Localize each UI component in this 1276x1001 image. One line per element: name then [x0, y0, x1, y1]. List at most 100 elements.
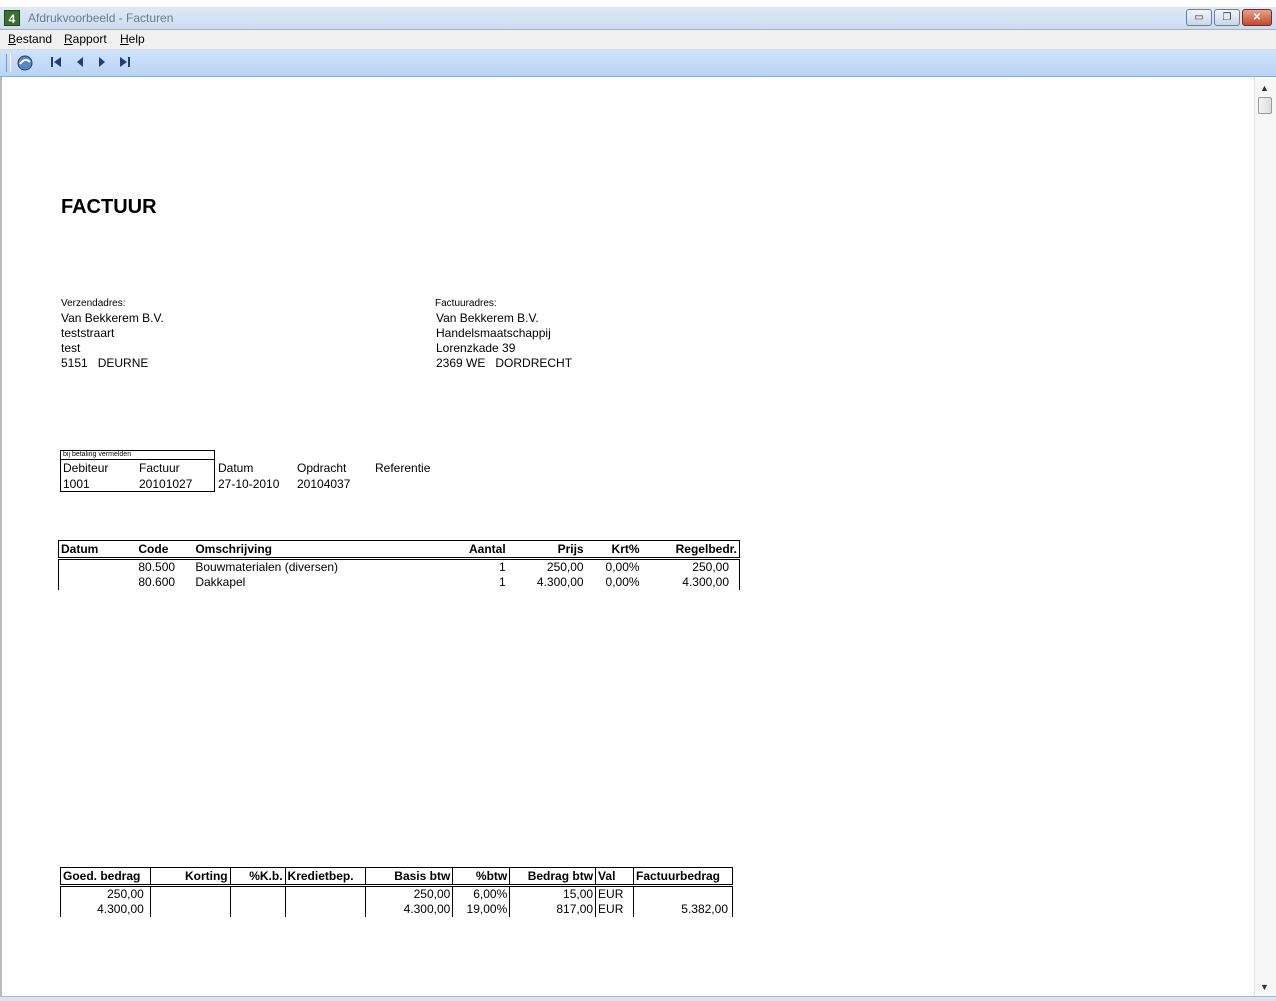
last-page-icon[interactable]: [116, 54, 134, 72]
col-kb: %K.b.: [229, 867, 286, 887]
billing-line: Handelsmaatschappij: [436, 326, 551, 340]
cell-val: EUR: [595, 885, 634, 902]
scroll-thumb[interactable]: [1258, 97, 1272, 114]
scroll-up-icon[interactable]: ▲: [1260, 83, 1269, 93]
col-code: Code: [136, 540, 194, 560]
cell-code: 80.600: [138, 575, 176, 589]
menu-bar: Bestand Rapport Help: [0, 30, 1276, 50]
cell-datum: [58, 575, 137, 590]
app-icon: 4: [4, 10, 20, 26]
cell-basis: 250,00: [364, 885, 454, 902]
col-krt: Krt%: [585, 540, 642, 560]
shipping-address: Van Bekkerem B.V. teststraart test 5151 …: [61, 311, 164, 371]
col-basis-btw: Basis btw: [364, 867, 454, 887]
billing-label: Factuuradres:: [435, 298, 497, 309]
cell-code: 80.500: [138, 560, 176, 574]
export-icon[interactable]: [16, 54, 34, 72]
cell-aantal: 1: [499, 575, 506, 589]
menu-bestand-accel: B: [8, 32, 17, 46]
cell-krediet: [284, 902, 366, 917]
print-preview-area: [0, 77, 1254, 996]
col-pct-btw: %btw: [452, 867, 511, 887]
cell-regelbedr: 250,00: [641, 558, 740, 575]
cell-regelbedr: 4.300,00: [641, 575, 740, 590]
window-controls: ▭ ❐ ✕: [1184, 9, 1272, 27]
cell-korting: [149, 885, 231, 902]
menu-bestand-label: estand: [16, 32, 53, 46]
factuur-value: 20101027: [139, 477, 193, 491]
col-regelbedr: Regelbedr.: [641, 540, 740, 560]
menu-bestand[interactable]: Bestand: [8, 32, 52, 46]
billing-address: Van Bekkerem B.V. Handelsmaatschappij Lo…: [436, 311, 572, 371]
cell-kb: [229, 902, 286, 917]
first-page-icon[interactable]: [47, 54, 65, 72]
toolbar-grip[interactable]: [6, 54, 11, 72]
opdracht-value: 20104037: [297, 477, 351, 491]
invoice-title: FACTUUR: [61, 196, 157, 218]
next-page-icon[interactable]: [93, 54, 111, 72]
menu-help[interactable]: Help: [120, 32, 145, 46]
minimize-button[interactable]: ▭: [1186, 9, 1212, 26]
cell-kb: [229, 885, 286, 902]
close-button[interactable]: ✕: [1242, 9, 1272, 26]
col-datum: Datum: [58, 540, 137, 560]
totals-header-row: Goed. bedrag Korting %K.b. Kredietbep. B…: [60, 867, 733, 887]
cell-goed: 4.300,00: [60, 902, 151, 917]
cell-factuurbedrag: [633, 885, 733, 902]
col-prijs: Prijs: [507, 540, 586, 560]
table-row: 250,00 250,00 6,00% 15,00 EUR: [60, 885, 733, 902]
col-kredietbep: Kredietbep.: [284, 867, 366, 887]
totals-table: Goed. bedrag Korting %K.b. Kredietbep. B…: [60, 867, 733, 917]
col-factuurbedrag: Factuurbedrag: [633, 867, 733, 887]
cell-krediet: [284, 885, 366, 902]
toolbar: [0, 50, 1276, 77]
menu-rapport-label: apport: [72, 32, 107, 46]
menu-rapport[interactable]: Rapport: [64, 32, 107, 46]
table-header-row: Datum Code Omschrijving Aantal Prijs Krt…: [58, 540, 740, 560]
datum-value: 27-10-2010: [218, 477, 280, 491]
restore-button[interactable]: ❐: [1214, 9, 1240, 26]
cell-prijs: 250,00: [546, 560, 584, 574]
cell-pbtw: 6,00%: [452, 885, 511, 902]
cell-goed: 250,00: [60, 885, 151, 902]
cell-korting: [149, 902, 231, 917]
shipping-line: teststraart: [61, 326, 115, 340]
shipping-line: 5151 DEURNE: [61, 356, 149, 370]
payment-reference-header: bij betaling vermelden: [61, 451, 214, 460]
cell-bedragbtw: 817,00: [509, 902, 597, 917]
billing-line: Lorenzkade 39: [436, 341, 516, 355]
cell-aantal: 1: [499, 560, 506, 574]
cell-basis: 4.300,00: [364, 902, 454, 917]
billing-line: 2369 WE DORDRECHT: [436, 356, 573, 370]
previous-page-icon[interactable]: [71, 54, 89, 72]
cell-krt: 0,00%: [605, 560, 640, 574]
billing-line: Van Bekkerem B.V.: [436, 311, 539, 325]
col-bedrag-btw: Bedrag btw: [509, 867, 597, 887]
title-bar: 4 Afdrukvoorbeeld - Facturen ▭ ❐ ✕: [0, 7, 1276, 30]
table-row: 4.300,00 4.300,00 19,00% 817,00 EUR 5.38…: [60, 902, 733, 917]
menu-rapport-accel: R: [64, 32, 73, 46]
vertical-scrollbar[interactable]: ▲ ▼: [1254, 77, 1276, 996]
shipping-label: Verzendadres:: [61, 298, 126, 309]
cell-omschrijving: Bouwmaterialen (diversen): [195, 560, 339, 574]
col-goed-bedrag: Goed. bedrag: [60, 867, 151, 887]
cell-factuurbedrag: 5.382,00: [633, 902, 733, 917]
col-aantal: Aantal: [422, 540, 508, 560]
col-val: Val: [595, 867, 634, 887]
shipping-line: Van Bekkerem B.V.: [61, 311, 164, 325]
menu-help-accel: H: [120, 32, 129, 46]
referentie-label: Referentie: [375, 461, 431, 475]
cell-pbtw: 19,00%: [452, 902, 511, 917]
cell-omschrijving: Dakkapel: [195, 575, 246, 589]
cell-datum: [58, 558, 137, 575]
col-omschrijving: Omschrijving: [193, 540, 423, 560]
scroll-down-icon[interactable]: ▼: [1260, 982, 1269, 992]
cell-val: EUR: [595, 902, 634, 917]
table-row: 80.600 Dakkapel 1 4.300,00 0,00% 4.300,0…: [58, 575, 740, 590]
cell-bedragbtw: 15,00: [509, 885, 597, 902]
cell-prijs: 4.300,00: [536, 575, 584, 589]
table-row: 80.500 Bouwmaterialen (diversen) 1 250,0…: [58, 558, 740, 575]
menu-help-label: elp: [128, 32, 145, 46]
invoice-lines-table: Datum Code Omschrijving Aantal Prijs Krt…: [58, 540, 740, 590]
opdracht-label: Opdracht: [297, 461, 347, 475]
